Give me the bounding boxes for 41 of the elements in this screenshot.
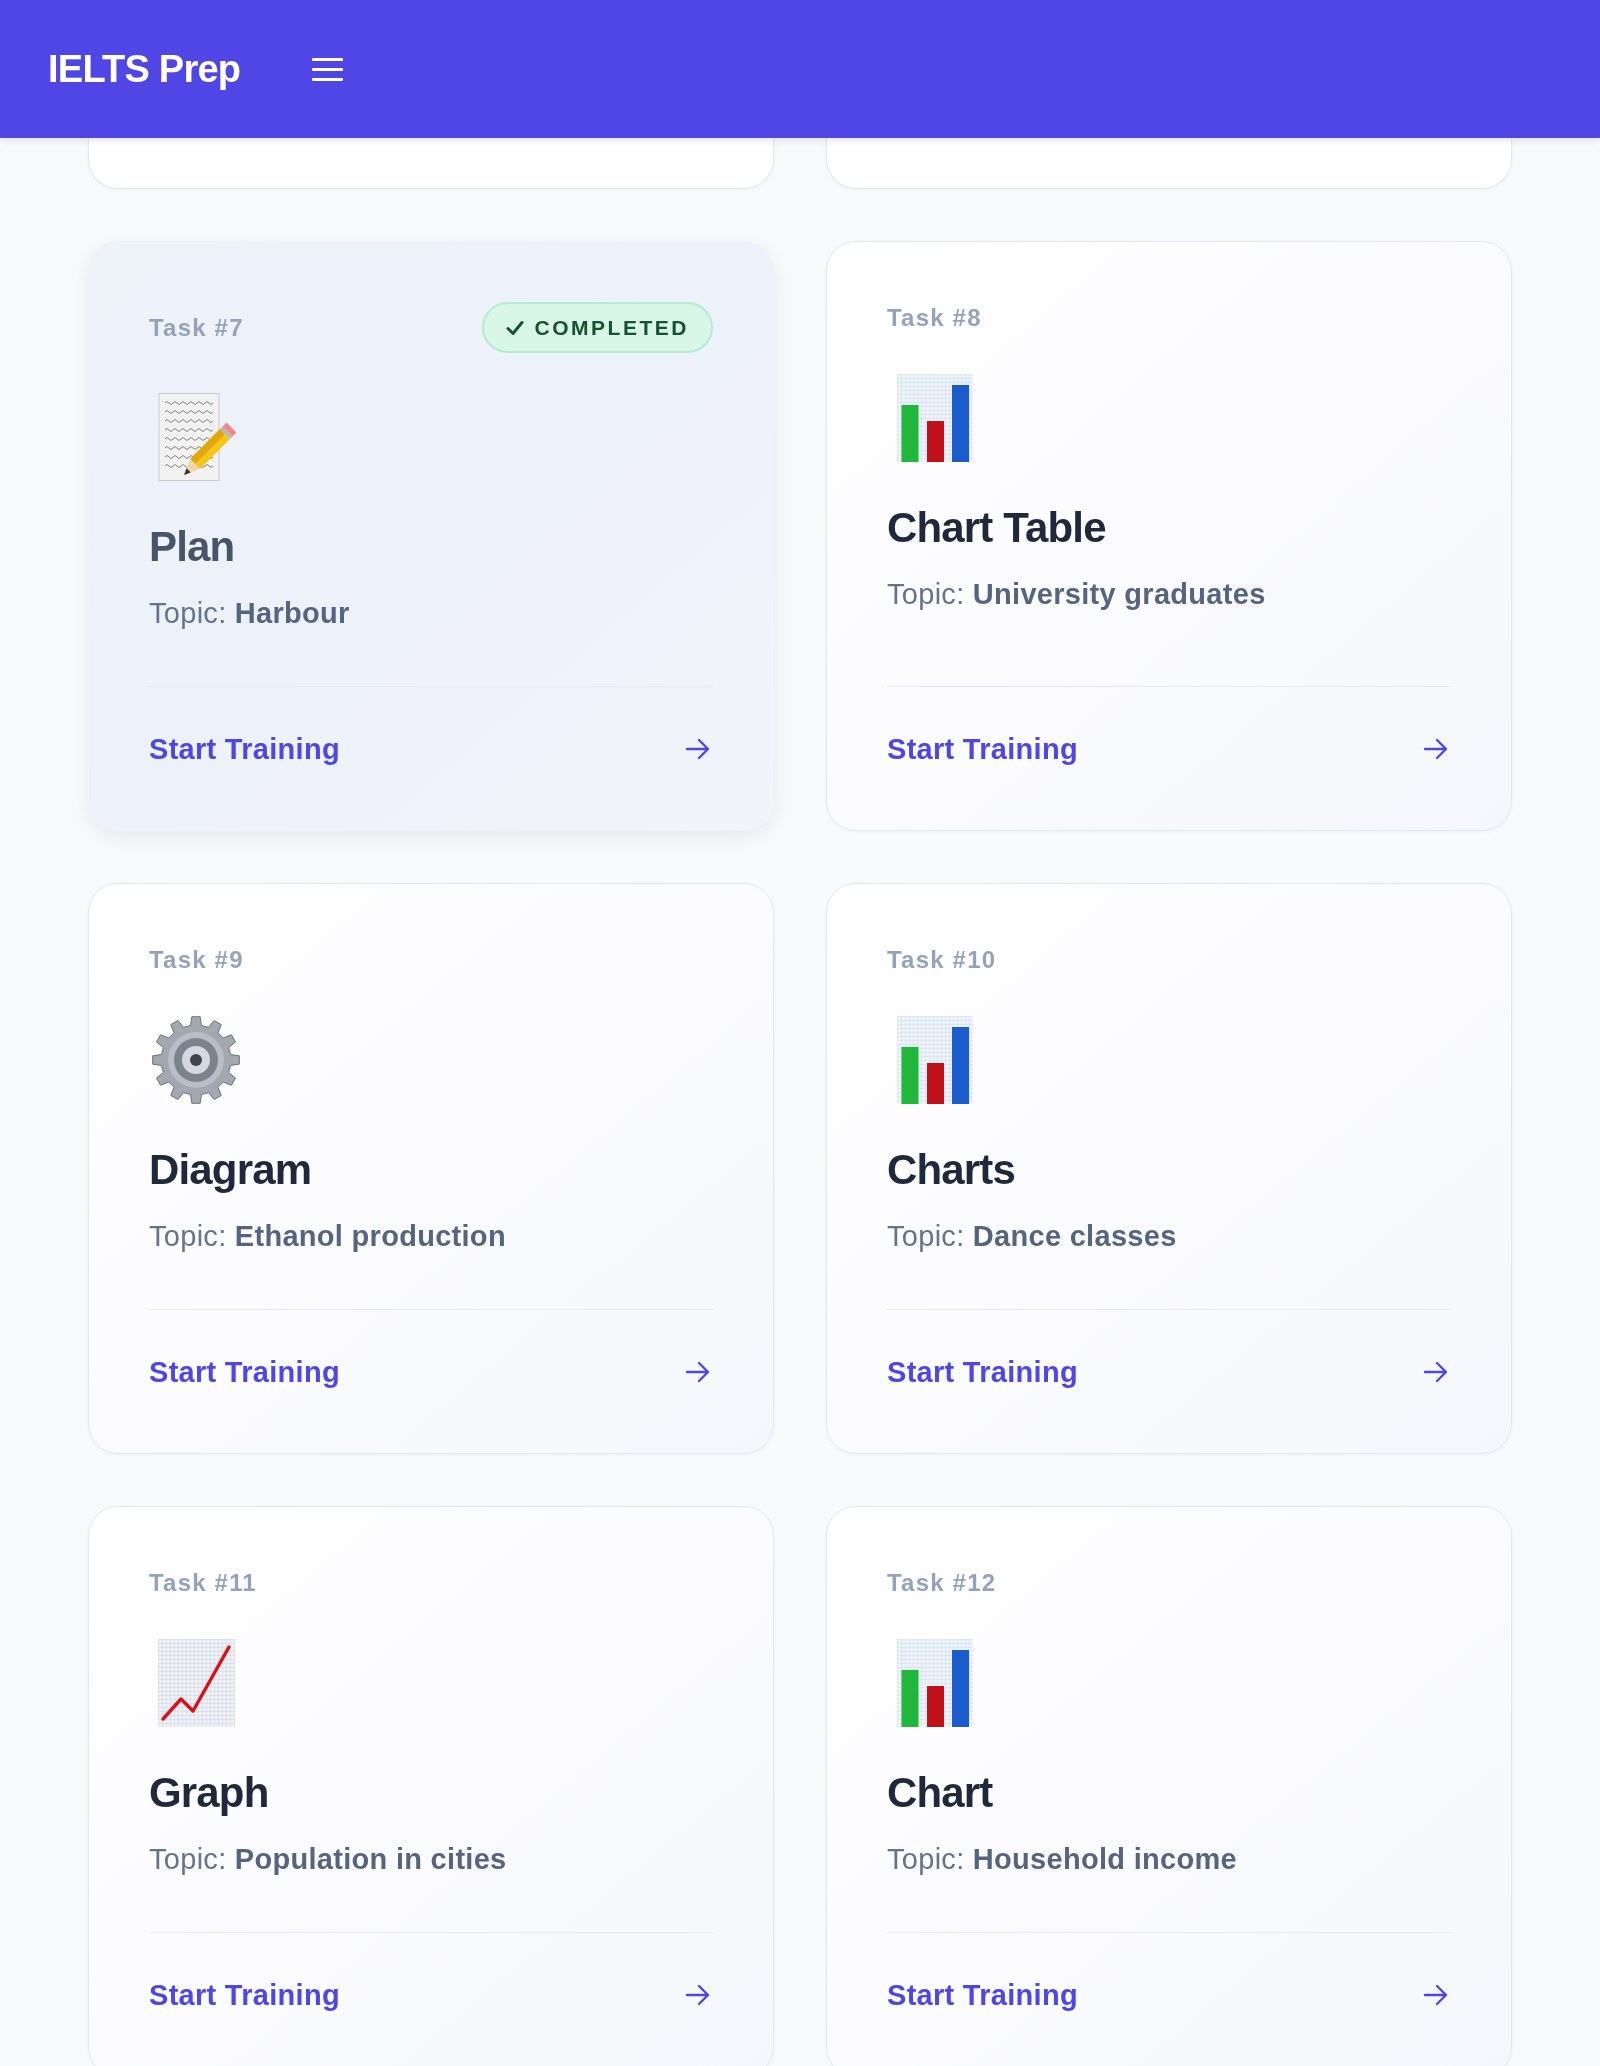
task-topic: Topic: Population in cities [149, 1842, 507, 1877]
task-title: Charts [887, 1146, 1015, 1194]
task-topic: Topic: Dance classes [887, 1219, 1177, 1254]
task-title: Diagram [149, 1146, 312, 1194]
start-training-link[interactable]: Start Training [149, 1352, 340, 1392]
task-title: Plan [149, 523, 235, 571]
status-text: COMPLETED [534, 315, 689, 340]
bar-chart-icon [897, 374, 973, 462]
task-topic: Topic: University graduates [887, 577, 1266, 612]
line-chart-icon [158, 1639, 235, 1727]
task-title: Chart Table [887, 504, 1106, 552]
task-title: Chart [887, 1769, 993, 1817]
start-training-link[interactable]: Start Training [887, 729, 1078, 769]
bar-chart-icon [897, 1016, 973, 1104]
task-number: Task #11 [149, 1568, 257, 1598]
arrow-right-icon [1423, 738, 1449, 760]
start-training-link[interactable]: Start Training [149, 729, 340, 769]
start-training-link[interactable]: Start Training [149, 1975, 340, 2015]
arrow-right-icon [1423, 1984, 1449, 2006]
task-topic: Topic: Ethanol production [149, 1219, 506, 1254]
task-topic: Topic: Harbour [149, 596, 350, 631]
arrow-right-icon [1423, 1361, 1449, 1383]
arrow-right-icon [685, 1984, 711, 2006]
task-number: Task #12 [887, 1568, 997, 1598]
start-training-link[interactable]: Start Training [887, 1352, 1078, 1392]
task-number: Task #10 [887, 945, 997, 975]
menu-button[interactable] [312, 57, 344, 81]
task-topic: Topic: Household income [887, 1842, 1237, 1877]
task-number: Task #8 [887, 303, 982, 333]
memo-pencil-icon [158, 393, 238, 481]
arrow-right-icon [685, 738, 711, 760]
menu-icon [312, 57, 344, 81]
task-number: Task #9 [149, 945, 244, 975]
check-icon [506, 319, 525, 336]
arrow-right-icon [685, 1361, 711, 1383]
gear-icon [152, 1016, 240, 1104]
task-number: Task #7 [149, 312, 244, 343]
start-training-link[interactable]: Start Training [887, 1975, 1078, 2015]
app-title: IELTS Prep [48, 47, 241, 91]
bar-chart-icon [897, 1639, 973, 1727]
task-title: Graph [149, 1769, 269, 1817]
